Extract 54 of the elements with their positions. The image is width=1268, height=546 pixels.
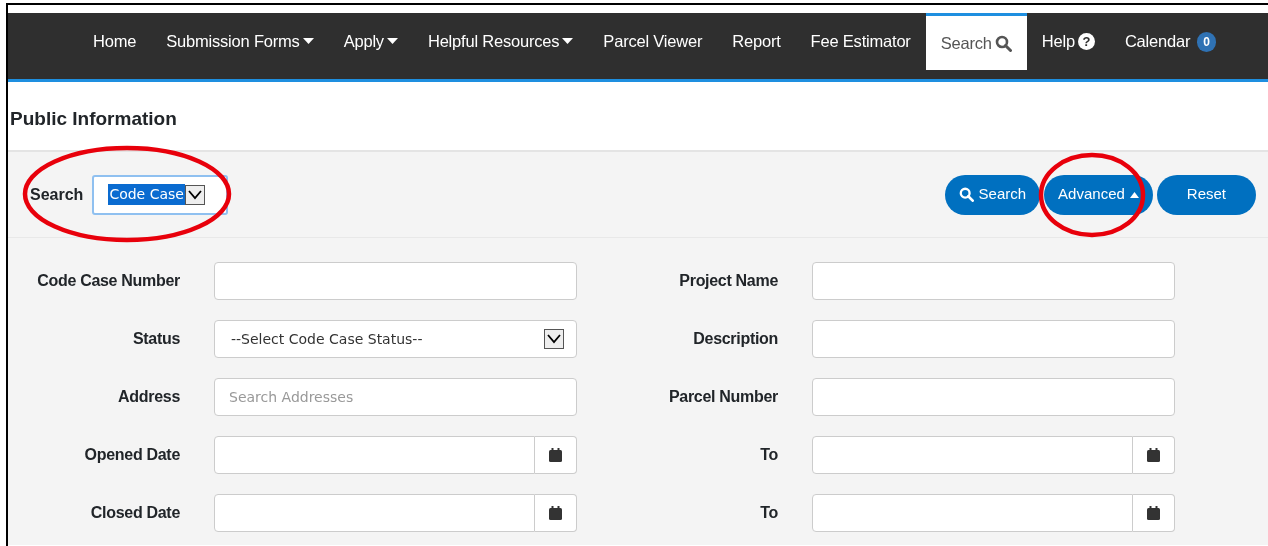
nav-link[interactable]: Apply [328,13,413,70]
page-title: Public Information [9,107,178,131]
text-field[interactable] [214,262,577,300]
calendar-button[interactable] [1133,436,1175,474]
calendar-icon [549,448,562,462]
action-button[interactable]: Reset [1156,174,1256,215]
help-icon: ? [1077,33,1095,50]
count-badge: 0 [1197,31,1216,52]
field-label: Project Name [678,271,779,291]
nav-link[interactable]: Search [925,13,1027,70]
dropdown-icon [544,329,564,349]
calendar-icon [1147,448,1160,462]
search-button[interactable]: Search [944,174,1041,215]
nav-link[interactable]: Fee Estimator [795,13,926,70]
calendar-button[interactable] [535,494,577,532]
text-field[interactable] [812,262,1175,300]
field-label: To [759,503,779,523]
caret-icon [562,38,574,45]
field-label: Closed Date [89,503,181,523]
nav-link[interactable]: Calendar 0 [1109,13,1231,70]
field-label: Code Case Number [36,271,181,291]
nav-link[interactable]: Submission Forms [151,13,329,70]
calendar-button[interactable] [535,436,577,474]
caret-icon [302,38,314,45]
search-icon [958,187,974,202]
field-label: Address [117,387,181,407]
field-label: Opened Date [83,445,181,465]
date-field[interactable] [812,436,1133,474]
calendar-icon [1147,506,1160,520]
text-field[interactable] [812,378,1175,416]
text-field[interactable] [812,320,1175,358]
date-field[interactable] [214,494,535,532]
date-field[interactable] [812,494,1133,532]
calendar-icon [549,506,562,520]
calendar-button[interactable] [1133,494,1175,532]
field-label: Parcel Number [667,387,779,407]
date-field[interactable] [214,436,535,474]
nav-link[interactable]: Helpful Resources [412,13,589,70]
nav-link[interactable]: Help ? [1026,13,1110,70]
field-label: Description [692,329,779,349]
status-select[interactable]: --Select Code Case Status-- [214,320,577,358]
search-icon [994,34,1012,52]
search-type-select[interactable]: Code Case [92,174,229,215]
field-label: To [759,445,779,465]
caret-icon [386,38,398,45]
nav-link[interactable]: Home [78,13,152,70]
field-label: Status [131,329,181,349]
dropdown-icon [184,184,205,205]
nav-link[interactable]: Parcel Viewer [588,13,718,70]
nav-link[interactable]: Report [717,13,796,70]
caret-icon [1129,191,1139,198]
field-label: Search [30,184,84,205]
action-button[interactable]: Advanced [1044,174,1153,215]
text-field[interactable]: Search Addresses [214,378,577,416]
